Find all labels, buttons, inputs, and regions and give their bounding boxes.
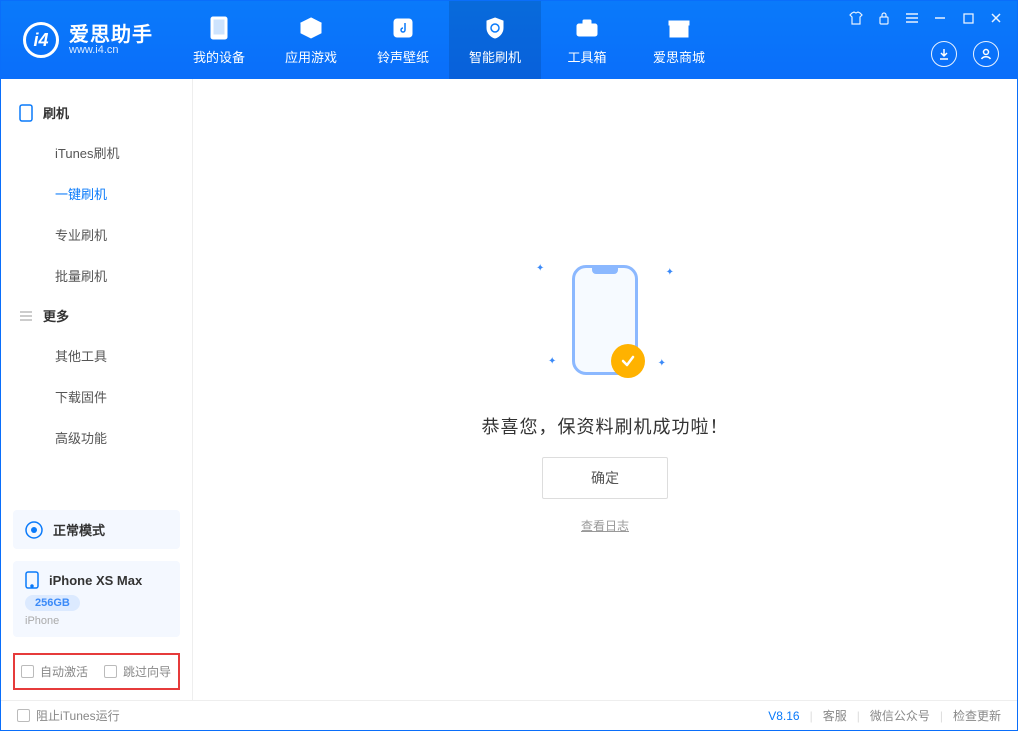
- phone-icon: [572, 265, 638, 375]
- logo-title: 爱思助手: [69, 25, 153, 45]
- logo-icon: i4: [23, 22, 59, 58]
- sidebar-group-label: 刷机: [43, 103, 69, 122]
- toolbox-icon: [574, 15, 600, 41]
- nav-my-device[interactable]: 我的设备: [173, 1, 265, 79]
- sidebar-item-oneclick-flash[interactable]: 一键刷机: [1, 173, 192, 214]
- sparkle-icon: ✦: [666, 267, 674, 278]
- store-icon: [666, 15, 692, 41]
- checkbox-auto-activate[interactable]: 自动激活: [21, 663, 88, 680]
- nav-label: 智能刷机: [469, 47, 521, 66]
- checkbox-icon: [104, 665, 117, 678]
- sparkle-icon: ✦: [548, 356, 556, 367]
- checkbox-block-itunes[interactable]: 阻止iTunes运行: [17, 707, 120, 724]
- sidebar-group-flash: 刷机: [1, 93, 192, 132]
- maximize-button[interactable]: [961, 11, 975, 25]
- refresh-shield-icon: [482, 15, 508, 41]
- success-message: 恭喜您，保资料刷机成功啦！: [482, 413, 729, 439]
- storage-badge: 256GB: [25, 595, 80, 611]
- checkbox-label: 阻止iTunes运行: [36, 707, 120, 724]
- nav-store[interactable]: 爱思商城: [633, 1, 725, 79]
- footer-link-update[interactable]: 检查更新: [953, 707, 1001, 724]
- checkbox-skip-guide[interactable]: 跳过向导: [104, 663, 171, 680]
- mode-label: 正常模式: [53, 520, 105, 539]
- app-header: i4 爱思助手 www.i4.cn 我的设备 应用游戏 铃声壁纸 智能刷机 工具…: [1, 1, 1017, 79]
- checkbox-label: 自动激活: [40, 663, 88, 680]
- nav-label: 我的设备: [193, 47, 245, 66]
- nav-smart-flash[interactable]: 智能刷机: [449, 1, 541, 79]
- phone-icon: [19, 104, 33, 122]
- user-button[interactable]: [973, 41, 999, 67]
- list-icon: [19, 310, 33, 322]
- device-name: iPhone XS Max: [49, 573, 142, 588]
- sparkle-icon: ✦: [658, 358, 666, 369]
- checkbox-icon: [17, 709, 30, 722]
- sidebar-item-itunes-flash[interactable]: iTunes刷机: [1, 132, 192, 173]
- nav-toolbox[interactable]: 工具箱: [541, 1, 633, 79]
- cube-icon: [298, 15, 324, 41]
- ok-button[interactable]: 确定: [542, 457, 668, 499]
- sidebar: 刷机 iTunes刷机 一键刷机 专业刷机 批量刷机 更多 其他工具 下载固件 …: [1, 79, 193, 700]
- menu-icon[interactable]: [905, 11, 919, 25]
- device-card[interactable]: iPhone XS Max 256GB iPhone: [13, 561, 180, 637]
- minimize-button[interactable]: [933, 11, 947, 25]
- sidebar-item-advanced[interactable]: 高级功能: [1, 417, 192, 458]
- nav-apps-games[interactable]: 应用游戏: [265, 1, 357, 79]
- sidebar-item-download-firmware[interactable]: 下载固件: [1, 376, 192, 417]
- nav-label: 工具箱: [567, 47, 606, 66]
- sidebar-item-other-tools[interactable]: 其他工具: [1, 335, 192, 376]
- tshirt-icon[interactable]: [849, 11, 863, 25]
- check-badge-icon: [611, 344, 645, 378]
- sparkle-icon: ✦: [536, 263, 544, 274]
- header-actions: [931, 41, 999, 67]
- checkbox-icon: [21, 665, 34, 678]
- close-button[interactable]: [989, 11, 1003, 25]
- nav-label: 应用游戏: [285, 47, 337, 66]
- logo: i4 爱思助手 www.i4.cn: [1, 22, 173, 58]
- device-type: iPhone: [25, 615, 168, 627]
- music-icon: [390, 15, 416, 41]
- bottom-options-highlighted: 自动激活 跳过向导: [13, 653, 180, 690]
- device-icon: [25, 571, 39, 589]
- nav-label: 铃声壁纸: [377, 47, 429, 66]
- sidebar-item-batch-flash[interactable]: 批量刷机: [1, 255, 192, 296]
- status-bar: 阻止iTunes运行 V8.16 | 客服 | 微信公众号 | 检查更新: [1, 700, 1017, 730]
- nav-ringtones-wallpapers[interactable]: 铃声壁纸: [357, 1, 449, 79]
- footer-link-wechat[interactable]: 微信公众号: [870, 707, 930, 724]
- mode-card[interactable]: 正常模式: [13, 510, 180, 549]
- nav-label: 爱思商城: [653, 47, 705, 66]
- window-controls-top: [849, 11, 1003, 25]
- success-illustration: ✦ ✦ ✦ ✦: [530, 245, 680, 395]
- footer-link-support[interactable]: 客服: [823, 707, 847, 724]
- device-icon: [206, 15, 232, 41]
- checkbox-label: 跳过向导: [123, 663, 171, 680]
- version-label: V8.16: [768, 709, 799, 723]
- lock-icon[interactable]: [877, 11, 891, 25]
- sidebar-group-more: 更多: [1, 296, 192, 335]
- logo-subtitle: www.i4.cn: [69, 45, 153, 56]
- top-nav: 我的设备 应用游戏 铃声壁纸 智能刷机 工具箱 爱思商城: [173, 1, 725, 79]
- mode-icon: [25, 521, 43, 539]
- download-button[interactable]: [931, 41, 957, 67]
- sidebar-group-label: 更多: [43, 306, 69, 325]
- main-content: ✦ ✦ ✦ ✦ 恭喜您，保资料刷机成功啦！ 确定 查看日志: [193, 79, 1017, 700]
- view-log-link[interactable]: 查看日志: [581, 517, 629, 534]
- sidebar-item-pro-flash[interactable]: 专业刷机: [1, 214, 192, 255]
